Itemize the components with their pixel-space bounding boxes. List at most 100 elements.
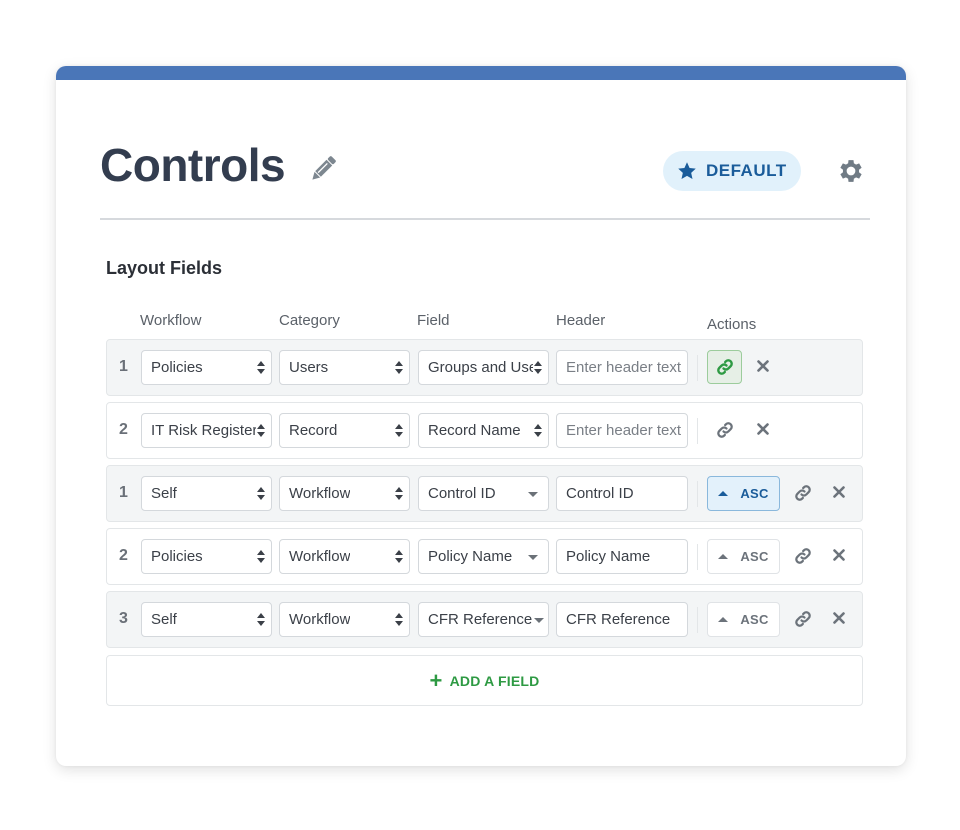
sort-asc-button[interactable]: ASC xyxy=(707,476,780,511)
sort-arrows-icon xyxy=(395,613,403,626)
accent-bar xyxy=(56,66,906,80)
table-row: 2 IT Risk Register Record Record Name En… xyxy=(106,402,863,459)
column-header-actions: Actions xyxy=(707,316,757,333)
caret-up-icon xyxy=(718,491,729,496)
field-select[interactable]: Record Name xyxy=(418,413,549,448)
field-dropdown[interactable]: Control ID xyxy=(418,476,549,511)
page-title: Controls xyxy=(100,139,286,191)
column-header-field: Field xyxy=(417,312,450,329)
row-number: 2 xyxy=(119,547,128,564)
close-icon xyxy=(757,423,769,435)
table-row: 1 Self Workflow Control ID Control ID AS… xyxy=(106,465,863,522)
table-row: 3 Self Workflow CFR Reference CFR Refere… xyxy=(106,591,863,648)
close-icon xyxy=(757,360,769,372)
workflow-select[interactable]: Policies xyxy=(141,350,272,385)
link-icon xyxy=(795,548,811,564)
header-input[interactable]: CFR Reference xyxy=(556,602,688,637)
add-field-label: ADD A FIELD xyxy=(449,672,540,689)
sort-arrows-icon xyxy=(395,550,403,563)
category-select[interactable]: Record xyxy=(279,413,410,448)
workflow-value: Policies xyxy=(151,548,203,565)
field-value: CFR Reference xyxy=(428,611,533,628)
workflow-select[interactable]: Self xyxy=(141,476,272,511)
sort-arrows-icon xyxy=(257,361,265,374)
close-icon xyxy=(833,486,845,498)
header-input[interactable]: Enter header text xyxy=(556,413,688,448)
field-value: Groups and Users xyxy=(428,359,538,376)
sort-label: ASC xyxy=(740,612,769,627)
caret-up-icon xyxy=(718,554,729,559)
category-select[interactable]: Users xyxy=(279,350,410,385)
field-dropdown[interactable]: Policy Name xyxy=(418,539,549,574)
category-select[interactable]: Workflow xyxy=(279,602,410,637)
sort-arrows-icon xyxy=(257,424,265,437)
remove-button[interactable] xyxy=(827,543,851,567)
table-row: 2 Policies Workflow Policy Name Policy N… xyxy=(106,528,863,585)
default-badge[interactable]: DEFAULT xyxy=(663,151,801,191)
pencil-icon[interactable] xyxy=(306,152,340,186)
remove-button[interactable] xyxy=(751,354,775,378)
caret-down-icon xyxy=(534,618,544,623)
link-button[interactable] xyxy=(790,606,816,632)
layout-card: Controls DEFAULT Layout Fields Workflow … xyxy=(56,66,906,766)
category-select[interactable]: Workflow xyxy=(279,539,410,574)
header-input[interactable]: Control ID xyxy=(556,476,688,511)
link-button[interactable] xyxy=(707,350,742,384)
gear-icon[interactable] xyxy=(836,156,866,186)
sort-arrows-icon xyxy=(395,361,403,374)
header-input[interactable]: Enter header text xyxy=(556,350,688,385)
star-icon xyxy=(678,162,696,179)
field-value: Record Name xyxy=(428,422,521,439)
section-title: Layout Fields xyxy=(106,258,223,278)
plus-icon: + xyxy=(429,667,443,693)
workflow-select[interactable]: Self xyxy=(141,602,272,637)
sort-arrows-icon xyxy=(257,613,265,626)
sort-asc-button[interactable]: ASC xyxy=(707,602,780,637)
remove-button[interactable] xyxy=(751,417,775,441)
column-header-header: Header xyxy=(556,312,606,329)
workflow-select[interactable]: IT Risk Register xyxy=(141,413,272,448)
actions-divider xyxy=(697,607,698,633)
link-button[interactable] xyxy=(790,480,816,506)
category-value: Workflow xyxy=(289,611,351,628)
field-dropdown[interactable]: CFR Reference xyxy=(418,602,549,637)
sort-arrows-icon xyxy=(395,487,403,500)
sort-arrows-icon xyxy=(534,424,542,437)
row-number: 2 xyxy=(119,421,128,438)
field-value: Policy Name xyxy=(428,548,513,565)
category-value: Workflow xyxy=(289,548,351,565)
caret-down-icon xyxy=(528,555,538,560)
sort-label: ASC xyxy=(740,486,769,501)
remove-button[interactable] xyxy=(827,480,851,504)
close-icon xyxy=(833,612,845,624)
remove-button[interactable] xyxy=(827,606,851,630)
actions-divider xyxy=(697,418,698,444)
column-header-category: Category xyxy=(279,312,340,329)
actions-divider xyxy=(697,481,698,507)
sort-asc-button[interactable]: ASC xyxy=(707,539,780,574)
row-number: 1 xyxy=(119,358,128,375)
actions-divider xyxy=(697,355,698,381)
workflow-select[interactable]: Policies xyxy=(141,539,272,574)
sort-label: ASC xyxy=(740,549,769,564)
add-field-button[interactable]: + ADD A FIELD xyxy=(106,655,863,706)
caret-up-icon xyxy=(718,617,729,622)
link-button[interactable] xyxy=(707,413,742,447)
link-icon xyxy=(716,359,733,375)
header-input[interactable]: Policy Name xyxy=(556,539,688,574)
field-value: Control ID xyxy=(428,485,496,502)
category-value: Record xyxy=(289,422,338,439)
column-header-workflow: Workflow xyxy=(140,312,202,329)
sort-arrows-icon xyxy=(257,487,265,500)
sort-arrows-icon xyxy=(534,361,542,374)
link-icon xyxy=(716,422,733,438)
link-button[interactable] xyxy=(790,543,816,569)
sort-arrows-icon xyxy=(257,550,265,563)
row-number: 3 xyxy=(119,610,128,627)
workflow-value: Self xyxy=(151,611,177,628)
category-value: Users xyxy=(289,359,329,376)
field-select[interactable]: Groups and Users xyxy=(418,350,549,385)
workflow-value: Self xyxy=(151,485,177,502)
sort-arrows-icon xyxy=(395,424,403,437)
category-select[interactable]: Workflow xyxy=(279,476,410,511)
